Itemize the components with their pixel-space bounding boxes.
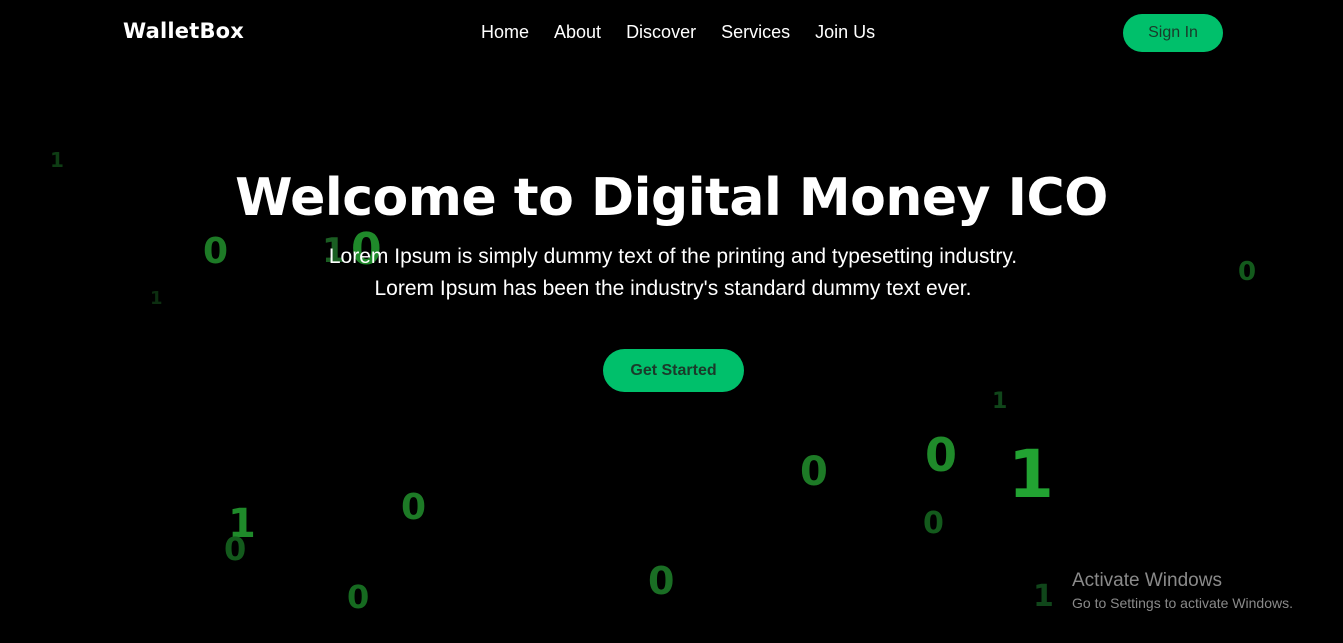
background-digit: 0 [800, 449, 828, 495]
main-nav: Home About Discover Services Join Us [481, 22, 875, 43]
watermark-title: Activate Windows [1072, 570, 1222, 591]
background-digit: 1 [228, 501, 256, 547]
windows-activation-watermark: Activate Windows Go to Settings to activ… [1072, 570, 1293, 611]
nav-services-link[interactable]: Services [721, 22, 790, 43]
background-digit: 0 [648, 559, 675, 603]
falling-digits-background: 1 0 1 0 1 0 1 0 0 0 0 1 0 1 0 0 1 [0, 0, 1343, 643]
background-digit: 0 [923, 506, 944, 541]
hero-title: Welcome to Digital Money ICO [235, 168, 1108, 228]
background-digit: 1 [1033, 579, 1054, 614]
nav-about-link[interactable]: About [554, 22, 601, 43]
background-digit: 0 [925, 428, 958, 482]
background-digit: 1 [150, 288, 163, 309]
navbar: WalletBox Home About Discover Services J… [0, 0, 1343, 68]
background-digit: 1 [1008, 436, 1054, 513]
brand-logo[interactable]: WalletBox [123, 19, 244, 43]
nav-home-link[interactable]: Home [481, 22, 529, 43]
background-digit: 0 [203, 231, 229, 272]
get-started-button[interactable]: Get Started [603, 349, 744, 392]
background-digit: 0 [224, 530, 247, 568]
hero-description: Lorem Ipsum is simply dummy text of the … [328, 245, 1018, 300]
nav-discover-link[interactable]: Discover [626, 22, 696, 43]
sign-in-button[interactable]: Sign In [1123, 14, 1223, 52]
background-digit: 1 [50, 148, 64, 172]
background-digit: 0 [401, 487, 427, 528]
background-digit: 0 [347, 578, 370, 616]
watermark-subtitle: Go to Settings to activate Windows. [1072, 595, 1293, 611]
background-digit: 1 [992, 389, 1008, 414]
background-digit: 0 [1238, 257, 1257, 287]
nav-join-us-link[interactable]: Join Us [815, 22, 875, 43]
